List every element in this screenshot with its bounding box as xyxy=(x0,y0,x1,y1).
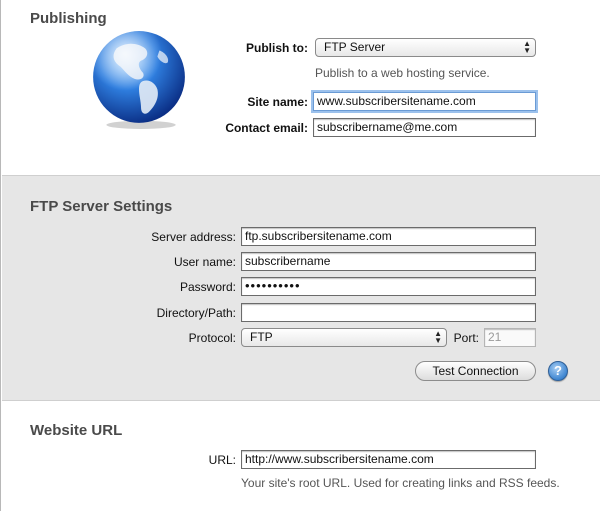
ftp-settings-heading: FTP Server Settings xyxy=(30,198,173,215)
user-name-label: User name: xyxy=(173,255,236,269)
protocol-label: Protocol: xyxy=(188,331,236,345)
publish-to-hint: Publish to a web hosting service. xyxy=(315,66,490,80)
directory-path-label: Directory/Path: xyxy=(156,306,236,320)
directory-path-field[interactable] xyxy=(241,303,536,322)
user-name-field[interactable]: subscribername xyxy=(241,252,536,271)
help-icon[interactable]: ? xyxy=(548,361,568,381)
port-label: Port: xyxy=(453,331,479,345)
server-address-field[interactable]: ftp.subscribersitename.com xyxy=(241,227,536,246)
site-name-field[interactable]: www.subscribersitename.com xyxy=(313,92,536,111)
url-label: URL: xyxy=(208,453,236,467)
url-field[interactable]: http://www.subscribersitename.com xyxy=(241,450,536,469)
publish-to-value: FTP Server xyxy=(324,40,386,54)
globe-icon xyxy=(93,31,185,129)
publishing-section: Publishing Publish to: FTP Server ▲ ▼ Pu… xyxy=(2,0,600,176)
website-url-heading: Website URL xyxy=(30,422,123,439)
server-address-label: Server address: xyxy=(151,230,236,244)
url-hint: Your site's root URL. Used for creating … xyxy=(241,476,560,490)
contact-email-field[interactable]: subscribername@me.com xyxy=(313,118,536,137)
password-label: Password: xyxy=(179,280,236,294)
select-arrows-icon: ▲ ▼ xyxy=(523,39,531,55)
ftp-settings-section: FTP Server Settings Server address: ftp.… xyxy=(2,176,600,401)
test-connection-button[interactable]: Test Connection xyxy=(415,361,536,381)
publishing-panel: Publishing Publish to: FTP Server ▲ ▼ Pu… xyxy=(0,0,600,511)
contact-email-label: Contact email: xyxy=(225,121,308,135)
website-url-section: Website URL URL: http://www.subscribersi… xyxy=(2,401,600,511)
protocol-value: FTP xyxy=(250,330,273,344)
publishing-heading: Publishing xyxy=(30,10,107,27)
publish-to-label: Publish to: xyxy=(246,41,308,55)
publish-to-select[interactable]: FTP Server ▲ ▼ xyxy=(315,38,536,57)
site-name-label: Site name: xyxy=(247,95,308,109)
password-field[interactable]: •••••••••• xyxy=(241,277,536,296)
protocol-select[interactable]: FTP ▲ ▼ xyxy=(241,328,447,347)
select-arrows-icon: ▲ ▼ xyxy=(434,329,442,345)
port-field[interactable]: 21 xyxy=(484,328,536,347)
